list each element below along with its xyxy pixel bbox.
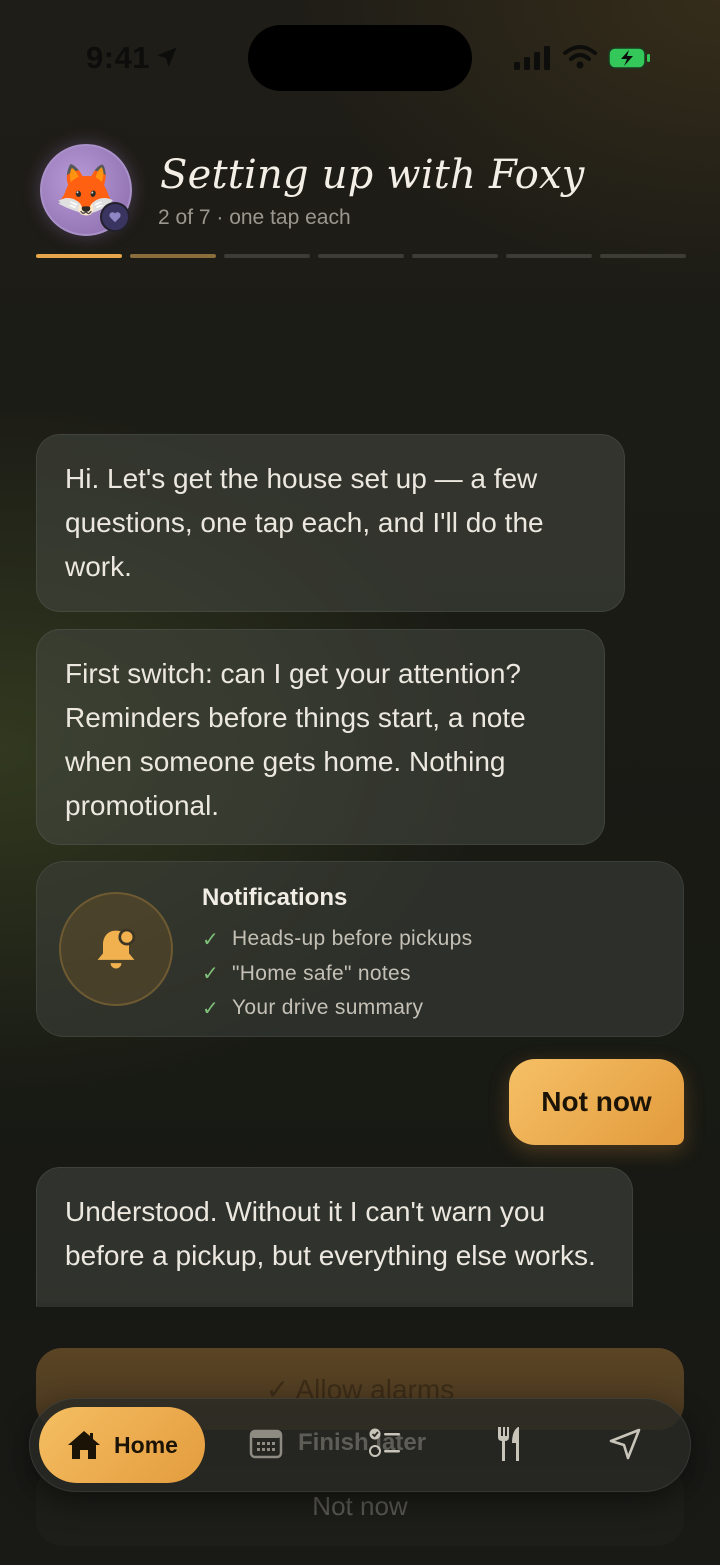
- user-reply-bubble: Not now: [509, 1059, 684, 1145]
- navigation-arrow-icon: [609, 1428, 641, 1460]
- assistant-message: First switch: can I get your attention? …: [36, 629, 605, 845]
- wifi-icon: [563, 45, 597, 69]
- list-item: ✓ "Home safe" notes: [202, 957, 472, 992]
- fork-knife-icon: [498, 1427, 519, 1461]
- status-bar: 9:41: [0, 0, 720, 120]
- list-item-label: Heads-up before pickups: [232, 927, 473, 951]
- page-title: Setting up with Foxy: [160, 152, 585, 198]
- status-time: 9:41: [86, 40, 151, 75]
- progress-segment: [412, 254, 498, 258]
- notifications-title: Notifications: [202, 884, 348, 911]
- home-icon: [68, 1431, 101, 1459]
- list-item: ✓ Your drive summary: [202, 991, 472, 1026]
- battery-charging-icon: [608, 47, 650, 69]
- tab-navigation[interactable]: [608, 1427, 642, 1461]
- progress-segment: [506, 254, 592, 258]
- location-arrow-icon: [157, 47, 177, 67]
- chat-header: 🦊 Setting up with Foxy 2 of 7 · one tap …: [36, 140, 686, 270]
- progress-segment: [600, 254, 686, 258]
- cellular-signal-icon: [514, 46, 550, 70]
- tab-home-label: Home: [114, 1431, 178, 1458]
- progress-segment: [318, 254, 404, 258]
- progress-segment: [36, 254, 122, 258]
- progress-segment: [224, 254, 310, 258]
- tab-checklist[interactable]: [368, 1425, 404, 1461]
- finish-later-link[interactable]: Finish later: [298, 1429, 426, 1457]
- heart-badge-icon: [100, 202, 130, 232]
- check-icon: ✓: [202, 997, 220, 1020]
- tab-bar: Home Finish later: [29, 1398, 691, 1492]
- dynamic-island: [248, 25, 472, 91]
- checklist-icon: [369, 1428, 400, 1457]
- check-icon: ✓: [202, 928, 220, 951]
- list-item-label: "Home safe" notes: [232, 961, 411, 985]
- tab-dining[interactable]: [494, 1425, 524, 1463]
- assistant-message: Hi. Let's get the house set up — a few q…: [36, 434, 625, 612]
- step-subtitle: 2 of 7 · one tap each: [158, 206, 351, 229]
- calendar-icon: [249, 1429, 283, 1459]
- list-item: ✓ Heads-up before pickups: [202, 922, 472, 957]
- bell-icon: [59, 892, 173, 1006]
- assistant-message: Understood. Without it I can't warn you …: [36, 1167, 633, 1307]
- notification-benefits: ✓ Heads-up before pickups ✓ "Home safe" no…: [202, 922, 472, 1026]
- tab-home[interactable]: Home: [39, 1407, 205, 1483]
- tab-calendar[interactable]: [249, 1427, 283, 1459]
- setup-progress: [36, 254, 686, 260]
- check-icon: ✓: [202, 963, 220, 986]
- progress-segment: [130, 254, 216, 258]
- list-item-label: Your drive summary: [232, 996, 424, 1020]
- notifications-card: Notifications ✓ Heads-up before pickups ✓…: [36, 861, 684, 1037]
